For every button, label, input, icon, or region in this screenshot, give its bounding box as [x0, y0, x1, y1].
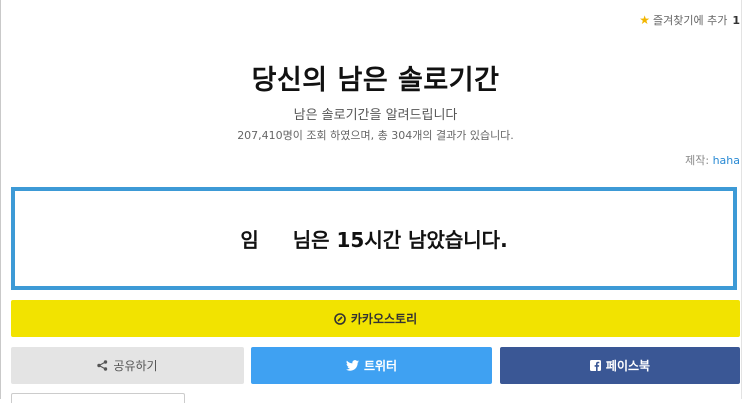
view-stats: 207,410명이 조회 하였으며, 총 304개의 결과가 있습니다.: [237, 129, 514, 142]
page-subtitle: 남은 솔로기간을 알려드립니다: [293, 108, 458, 123]
share-label: 공유하기: [113, 359, 158, 373]
twitter-share-button[interactable]: 트위터: [251, 347, 492, 384]
maker-credit: 제작: haha: [685, 152, 740, 168]
result-message: 임 님은 15시간 남았습니다.: [240, 224, 507, 253]
add-favorite-link[interactable]: ★ 즐겨찾기에 추가 1: [639, 12, 740, 28]
add-favorite-label: 즐겨찾기에 추가: [653, 14, 728, 27]
facebook-label: 페이스북: [605, 359, 651, 373]
share-icon: [97, 360, 108, 371]
maker-label: 제작:: [685, 154, 710, 167]
page-title: 당신의 남은 솔로기간: [251, 65, 500, 96]
kakaostory-share-button[interactable]: 카카오스토리: [11, 300, 740, 337]
twitter-label: 트위터: [363, 359, 398, 373]
star-icon: ★: [639, 13, 650, 27]
partial-button-below[interactable]: [11, 393, 185, 403]
facebook-f-icon: [589, 360, 601, 371]
share-button[interactable]: 공유하기: [11, 347, 244, 384]
maker-author-link[interactable]: haha: [713, 154, 740, 167]
facebook-share-button[interactable]: 페이스북: [500, 347, 740, 384]
result-text: 님은 15시간 남았습니다.: [292, 228, 508, 252]
kakaostory-label: 카카오스토리: [350, 312, 418, 326]
kakaostory-icon: [334, 312, 346, 325]
result-box: 임 님은 15시간 남았습니다.: [11, 187, 737, 290]
favorite-count: 1: [732, 13, 740, 27]
result-name: 임: [240, 228, 259, 252]
twitter-bird-icon: [345, 360, 359, 371]
